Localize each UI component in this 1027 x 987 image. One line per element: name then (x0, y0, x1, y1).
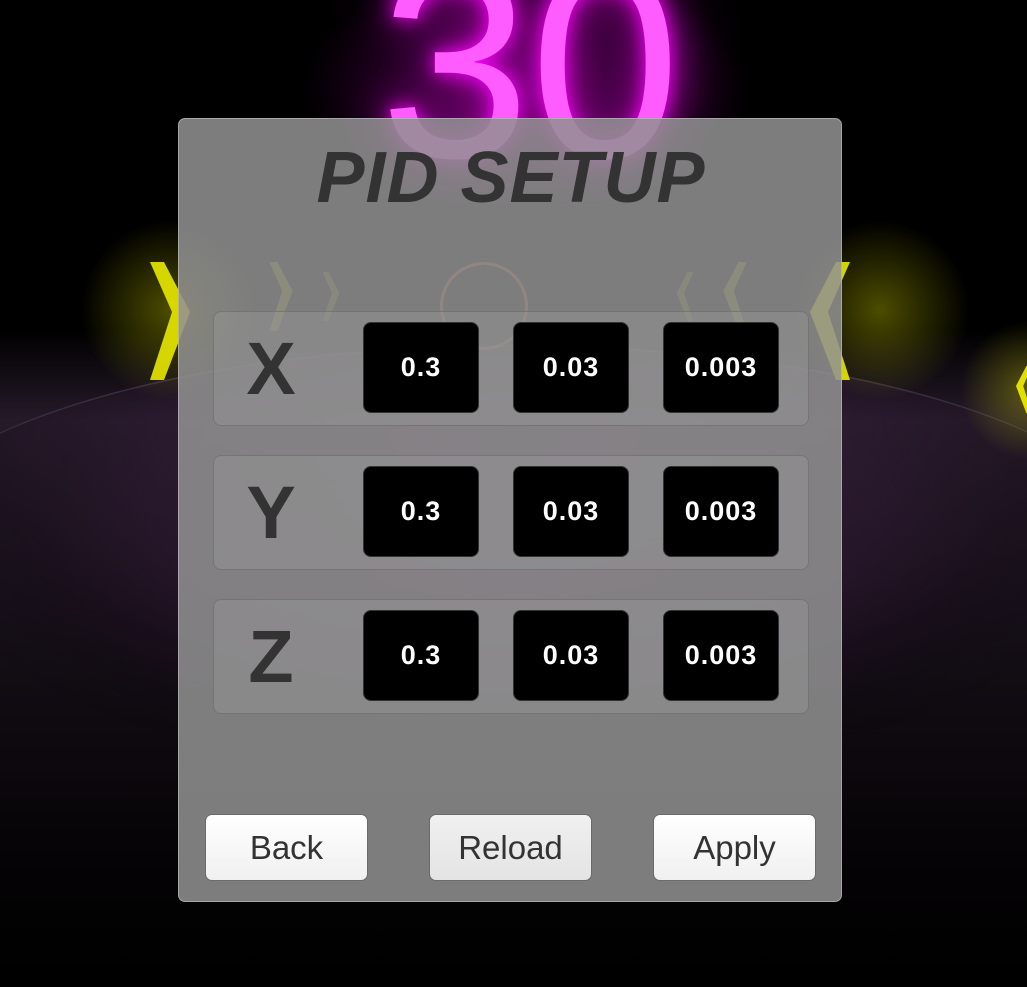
x-d-gain-field[interactable]: 0.003 (663, 322, 779, 413)
axis-label-z: Z (248, 615, 294, 698)
back-button[interactable]: Back (205, 814, 368, 881)
x-i-gain-field[interactable]: 0.03 (513, 322, 629, 413)
axis-row-y: Y 0.3 0.03 0.003 (213, 455, 809, 570)
far-right-chevron-icon (1016, 360, 1027, 420)
y-p-gain-field[interactable]: 0.3 (363, 466, 479, 557)
z-i-gain-field[interactable]: 0.03 (513, 610, 629, 701)
panel-title: PID SETUP (316, 138, 706, 218)
y-i-gain-field[interactable]: 0.03 (513, 466, 629, 557)
axis-label-y: Y (246, 471, 296, 554)
reload-button[interactable]: Reload (429, 814, 592, 881)
x-p-gain-field[interactable]: 0.3 (363, 322, 479, 413)
pid-setup-panel: PID SETUP X 0.3 0.03 0.003 Y 0.3 0.03 0.… (178, 118, 842, 902)
axis-row-z: Z 0.3 0.03 0.003 (213, 599, 809, 714)
apply-button[interactable]: Apply (653, 814, 816, 881)
axis-label-x: X (246, 327, 296, 410)
z-p-gain-field[interactable]: 0.3 (363, 610, 479, 701)
axis-row-x: X 0.3 0.03 0.003 (213, 311, 809, 426)
y-d-gain-field[interactable]: 0.003 (663, 466, 779, 557)
z-d-gain-field[interactable]: 0.003 (663, 610, 779, 701)
